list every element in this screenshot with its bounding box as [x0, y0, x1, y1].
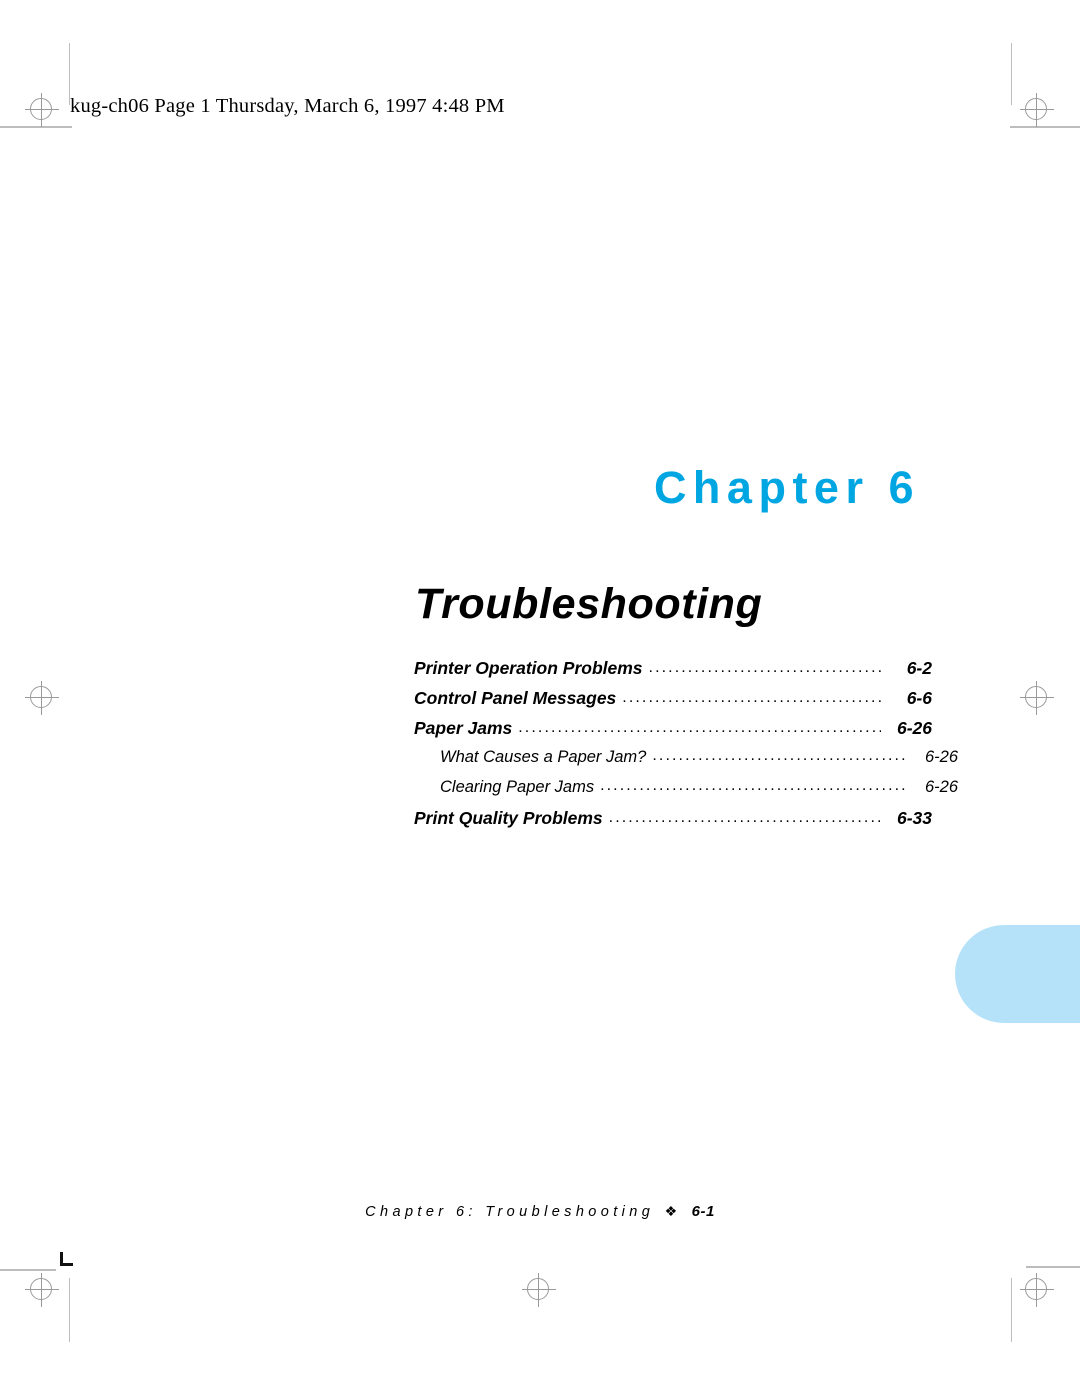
registration-target-icon-top-right [1020, 93, 1054, 127]
toc-entry-label: Printer Operation Problems [414, 658, 643, 678]
crop-line-bottom-left-vertical [69, 1278, 70, 1342]
registration-target-icon-top-left [25, 93, 59, 127]
toc-entry[interactable]: What Causes a Paper Jam? ...............… [414, 747, 958, 778]
document-header-stamp: kug-ch06 Page 1 Thursday, March 6, 1997 … [70, 95, 505, 117]
corner-crop-mark-icon-bottom-left [60, 1252, 73, 1266]
toc-entry-page: 6-26 [924, 778, 958, 796]
registration-target-icon-bottom-left [25, 1273, 59, 1307]
page-title: Troubleshooting [415, 580, 763, 628]
toc-dot-leader: ........................................… [622, 689, 881, 706]
crop-line-bottom-right-vertical [1011, 1278, 1012, 1342]
toc-entry-page: 6-6 [906, 688, 932, 708]
page-footer: Chapter 6: Troubleshooting ❖ 6-1 [0, 1203, 1080, 1221]
toc-entry-page: 6-2 [906, 658, 932, 678]
registration-target-icon-middle-left [25, 681, 59, 715]
toc-entry-page: 6-33 [896, 808, 932, 828]
registration-target-icon-bottom-center [522, 1273, 556, 1307]
document-page: { "page": { "width": 1080, "height": 139… [0, 0, 1080, 1397]
crop-line-bottom-left-horizontal [0, 1269, 56, 1271]
footer-chapter-text: Chapter 6: Troubleshooting [365, 1204, 655, 1220]
toc-entry[interactable]: Control Panel Messages .................… [414, 688, 932, 718]
toc-dot-leader: ........................................… [518, 719, 881, 736]
chapter-table-of-contents: Printer Operation Problems .............… [414, 658, 958, 838]
toc-entry-page: 6-26 [924, 748, 958, 766]
toc-entry-label: Paper Jams [414, 718, 513, 738]
toc-entry-page: 6-26 [896, 718, 932, 738]
toc-entry[interactable]: Clearing Paper Jams ....................… [414, 777, 958, 808]
toc-entry-label: Clearing Paper Jams [440, 778, 595, 796]
chapter-label: Chapter 6 [653, 462, 920, 513]
footer-page-number: 6-1 [691, 1203, 715, 1220]
crop-line-top-left-horizontal [0, 126, 72, 128]
registration-target-icon-bottom-right [1020, 1273, 1054, 1307]
toc-entry[interactable]: Paper Jams .............................… [414, 718, 932, 748]
toc-dot-leader: ........................................… [648, 659, 881, 676]
chapter-edge-tab [955, 925, 1080, 1023]
toc-dot-leader: ........................................… [600, 777, 907, 794]
crop-line-bottom-right-horizontal [1026, 1266, 1080, 1268]
floret-diamond-icon: ❖ [664, 1203, 678, 1219]
toc-entry-label: Print Quality Problems [414, 808, 603, 828]
toc-entry-label: Control Panel Messages [414, 688, 617, 708]
registration-target-icon-middle-right [1020, 681, 1054, 715]
toc-entry-label: What Causes a Paper Jam? [440, 748, 647, 766]
toc-dot-leader: ........................................… [652, 747, 907, 764]
crop-line-top-right-vertical [1011, 43, 1012, 105]
toc-entry[interactable]: Printer Operation Problems .............… [414, 658, 932, 688]
toc-entry[interactable]: Print Quality Problems .................… [414, 808, 932, 838]
toc-dot-leader: ........................................… [608, 809, 881, 826]
crop-line-top-right-horizontal [1010, 126, 1080, 128]
